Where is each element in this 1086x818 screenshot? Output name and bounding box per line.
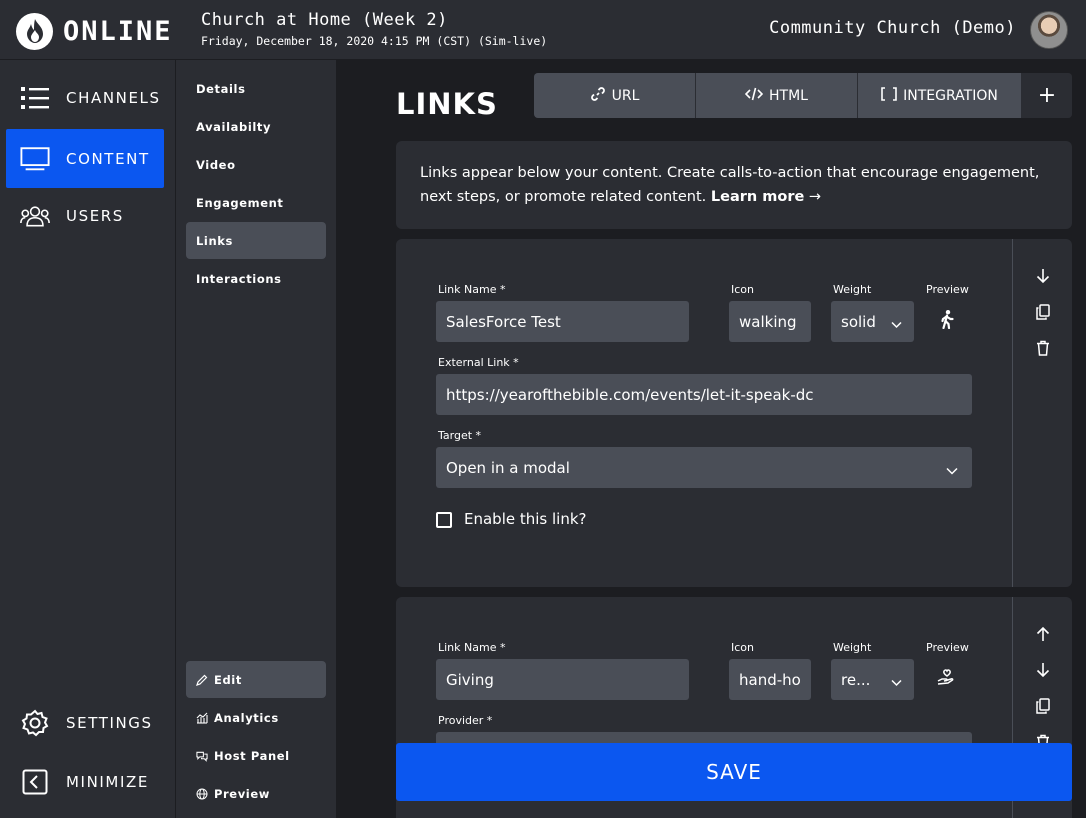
links-info: Links appear below your content. Create … (396, 141, 1072, 229)
provider-label: Provider * (438, 714, 493, 727)
external-link-label: External Link * (438, 356, 519, 369)
arrow-right-icon: → (808, 189, 822, 205)
weight-select[interactable]: re... (831, 659, 914, 700)
tab-html[interactable]: HTML (696, 73, 858, 118)
chevron-down-icon (946, 461, 958, 479)
arrow-down-icon[interactable] (1031, 264, 1055, 288)
link-card: Link Name * SalesForce Test Icon walking… (396, 239, 1072, 587)
icon-input[interactable]: walking (729, 301, 811, 342)
subnav-video[interactable]: Video (186, 146, 326, 183)
app-root: ONLINE Church at Home (Week 2) Friday, D… (0, 0, 1086, 818)
monitor-icon (20, 144, 50, 174)
nav-channels-label: CHANNELS (66, 88, 161, 107)
link-name-label: Link Name * (438, 641, 506, 654)
tab-integration-label: INTEGRATION (903, 87, 998, 104)
hand-holding-heart-icon (937, 668, 957, 690)
weight-select[interactable]: solid (831, 301, 914, 342)
logo-text: ONLINE (63, 15, 173, 47)
content-subnav: Details Availabilty Video Engagement Lin… (176, 60, 336, 818)
nav-channels[interactable]: CHANNELS (6, 68, 164, 127)
link-name-input[interactable]: Giving (436, 659, 689, 700)
pencil-icon (196, 674, 208, 686)
nav-users[interactable]: USERS (6, 186, 164, 245)
subnav-preview[interactable]: Preview (186, 775, 326, 812)
brackets-icon (881, 86, 897, 105)
avatar[interactable] (1030, 11, 1068, 49)
card-actions (1012, 239, 1072, 587)
collapse-icon (20, 767, 50, 797)
globe-icon (196, 788, 208, 800)
learn-more-link[interactable]: Learn more (711, 189, 804, 205)
icon-label: Icon (731, 641, 754, 654)
chat-icon (196, 750, 208, 762)
subnav-availability[interactable]: Availabilty (186, 108, 326, 145)
event-subtitle: Friday, December 18, 2020 4:15 PM (CST) … (201, 34, 548, 48)
copy-icon[interactable] (1031, 300, 1055, 324)
event-title-block: Church at Home (Week 2) Friday, December… (201, 10, 547, 48)
walking-icon (940, 310, 954, 333)
subnav-details[interactable]: Details (186, 70, 326, 107)
nav-users-label: USERS (66, 206, 124, 225)
weight-label: Weight (833, 641, 872, 654)
target-label: Target * (438, 429, 482, 442)
arrow-down-icon[interactable] (1031, 658, 1055, 682)
subnav-host-panel[interactable]: Host Panel (186, 737, 326, 774)
subnav-host-panel-label: Host Panel (214, 748, 290, 763)
link-name-label: Link Name * (438, 283, 506, 296)
nav-minimize-label: MINIMIZE (66, 772, 149, 791)
nav-settings-label: SETTINGS (66, 713, 153, 732)
link-name-input[interactable]: SalesForce Test (436, 301, 689, 342)
weight-label: Weight (833, 283, 872, 296)
save-button[interactable]: SAVE (396, 743, 1072, 801)
enable-link-label: Enable this link? (464, 510, 587, 528)
enable-link-checkbox[interactable] (436, 512, 452, 528)
link-type-tabs: URL HTML INTEGRATION + (534, 73, 1072, 118)
icon-input[interactable]: hand-ho (729, 659, 811, 700)
preview-label: Preview (926, 641, 969, 654)
add-tab-button[interactable]: + (1022, 73, 1072, 118)
list-icon (20, 83, 50, 113)
trash-icon[interactable] (1031, 336, 1055, 360)
subnav-analytics[interactable]: Analytics (186, 699, 326, 736)
weight-value: solid (841, 312, 876, 331)
main-panel: LINKS URL HTML INTEGRATION + Links appea… (336, 60, 1086, 818)
link-icon (590, 86, 606, 106)
event-title: Church at Home (Week 2) (201, 10, 448, 30)
users-icon (20, 201, 50, 231)
tab-url[interactable]: URL (534, 73, 696, 118)
subnav-links[interactable]: Links (186, 222, 326, 259)
subnav-interactions[interactable]: Interactions (186, 260, 326, 297)
copy-icon[interactable] (1031, 694, 1055, 718)
subnav-edit[interactable]: Edit (186, 661, 326, 698)
page-title: LINKS (396, 87, 498, 121)
chevron-down-icon (891, 315, 902, 333)
chevron-down-icon (891, 673, 902, 691)
gear-icon (20, 708, 50, 738)
top-bar: ONLINE Church at Home (Week 2) Friday, D… (0, 0, 1086, 60)
tab-url-label: URL (611, 87, 640, 104)
weight-value: re... (841, 670, 871, 689)
main-nav: CHANNELS CONTENT USERS SETTINGS MINIMIZE (0, 60, 176, 818)
subnav-preview-label: Preview (214, 786, 270, 801)
analytics-icon (196, 712, 208, 724)
external-link-input[interactable]: https://yearofthebible.com/events/let-it… (436, 374, 972, 415)
logo[interactable]: ONLINE (16, 12, 173, 50)
subnav-analytics-label: Analytics (214, 710, 279, 725)
target-select[interactable]: Open in a modal (436, 447, 972, 488)
code-icon (744, 87, 764, 105)
tab-html-label: HTML (769, 87, 808, 104)
subnav-engagement[interactable]: Engagement (186, 184, 326, 221)
icon-label: Icon (731, 283, 754, 296)
org-name[interactable]: Community Church (Demo) (769, 18, 1016, 38)
nav-minimize[interactable]: MINIMIZE (6, 752, 164, 811)
subnav-edit-label: Edit (214, 672, 242, 687)
flame-logo-icon (16, 12, 53, 50)
tab-integration[interactable]: INTEGRATION (858, 73, 1022, 118)
arrow-up-icon[interactable] (1031, 622, 1055, 646)
preview-label: Preview (926, 283, 969, 296)
target-value: Open in a modal (446, 458, 570, 477)
nav-content-label: CONTENT (66, 149, 150, 168)
nav-settings[interactable]: SETTINGS (6, 693, 164, 752)
nav-content[interactable]: CONTENT (6, 129, 164, 188)
